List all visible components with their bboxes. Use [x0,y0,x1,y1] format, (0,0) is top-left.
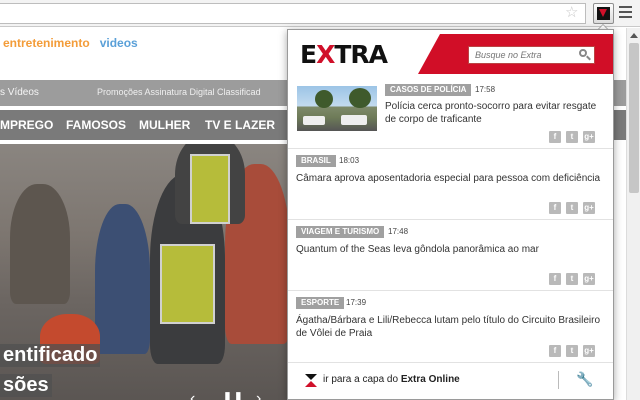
news-category[interactable]: CASOS DE POLÍCIA [385,84,472,96]
hero-caption-line1[interactable]: entificado [0,344,101,367]
news-time: 17:39 [346,298,367,307]
prev-arrow-icon[interactable]: ‹ [190,390,195,400]
hero-photo[interactable]: entificado sões ‹ ❚❚ › [0,144,295,400]
facebook-share-icon[interactable]: f [549,202,561,214]
nav-videos[interactable]: videos [100,36,138,50]
browser-toolbar: ☆ [0,0,640,27]
news-time: 17:48 [388,227,409,236]
news-item[interactable]: VIAGEM E TURISMO 17:48 Quantum of the Se… [288,220,613,291]
share-buttons: f t g+ [549,273,601,285]
scroll-up-icon[interactable] [630,33,638,38]
news-item[interactable]: BRASIL 18:03 Câmara aprova aposentadoria… [288,149,613,220]
news-time: 17:58 [475,85,496,94]
footer-divider [558,371,559,389]
settings-wrench-icon[interactable]: 🔧 [576,371,593,387]
section-famosos[interactable]: FAMOSOS [66,118,126,132]
popup-footer: ir para a capa do Extra Online 🔧 [288,363,613,399]
google-plus-share-icon[interactable]: g+ [583,273,595,285]
twitter-share-icon[interactable]: t [566,273,578,285]
news-item[interactable]: CASOS DE POLÍCIA 17:58 Polícia cerca pro… [288,78,613,149]
news-title[interactable]: Câmara aprova aposentadoria especial par… [296,172,606,185]
twitter-share-icon[interactable]: t [566,131,578,143]
facebook-share-icon[interactable]: f [549,273,561,285]
address-bar[interactable] [0,3,586,24]
share-buttons: f t g+ [549,131,601,143]
search-input[interactable] [469,47,573,63]
twitter-share-icon[interactable]: t [566,202,578,214]
google-plus-share-icon[interactable]: g+ [583,202,595,214]
nav-entretenimento[interactable]: entretenimento [3,36,90,50]
section-mulher[interactable]: MULHER [139,118,190,132]
hero-caption-line2[interactable]: sões [0,374,52,397]
extra-small-logo-icon [305,374,317,388]
scrollbar-thumb[interactable] [629,43,639,193]
news-title[interactable]: Polícia cerca pronto-socorro para evitar… [385,100,610,126]
news-category[interactable]: BRASIL [296,155,336,167]
facebook-share-icon[interactable]: f [549,345,561,357]
facebook-share-icon[interactable]: f [549,131,561,143]
secondary-nav-left[interactable]: s Vídeos [0,87,39,98]
bookmark-star-icon[interactable]: ☆ [565,4,578,21]
section-tv-e-lazer[interactable]: TV E LAZER [205,118,275,132]
page-scrollbar[interactable] [626,28,640,400]
secondary-nav-right[interactable]: Promoções Assinatura Digital Classificad [97,87,261,97]
news-category[interactable]: ESPORTE [296,297,345,309]
pause-icon[interactable]: ❚❚ [222,390,244,400]
news-thumbnail[interactable] [297,86,377,131]
open-extra-online-link[interactable]: ir para a capa do Extra Online [323,374,460,385]
news-title[interactable]: Ágatha/Bárbara e Lili/Rebecca lutam pelo… [296,314,608,340]
news-title[interactable]: Quantum of the Seas leva gôndola panorâm… [296,243,606,256]
browser-menu-icon[interactable] [619,6,632,20]
google-plus-share-icon[interactable]: g+ [583,345,595,357]
twitter-share-icon[interactable]: t [566,345,578,357]
share-buttons: f t g+ [549,345,601,357]
search-box [468,46,595,64]
search-icon[interactable] [576,48,592,62]
news-time: 18:03 [339,156,360,165]
share-buttons: f t g+ [549,202,601,214]
news-category[interactable]: VIAGEM E TURISMO [296,226,385,238]
extra-logo[interactable]: EXTRA [300,42,388,68]
news-item[interactable]: ESPORTE 17:39 Ágatha/Bárbara e Lili/Rebe… [288,291,613,363]
extra-popup: EXTRA CASOS DE POLÍCIA 17:58 Polícia cer… [287,29,614,400]
section-emprego[interactable]: MPREGO [0,118,53,132]
extra-extension-button[interactable] [593,3,614,24]
popup-header: EXTRA [288,30,613,78]
extra-logo-icon [597,7,610,20]
next-arrow-icon[interactable]: › [256,390,261,400]
google-plus-share-icon[interactable]: g+ [583,131,595,143]
top-nav: entretenimento videos [3,36,138,50]
